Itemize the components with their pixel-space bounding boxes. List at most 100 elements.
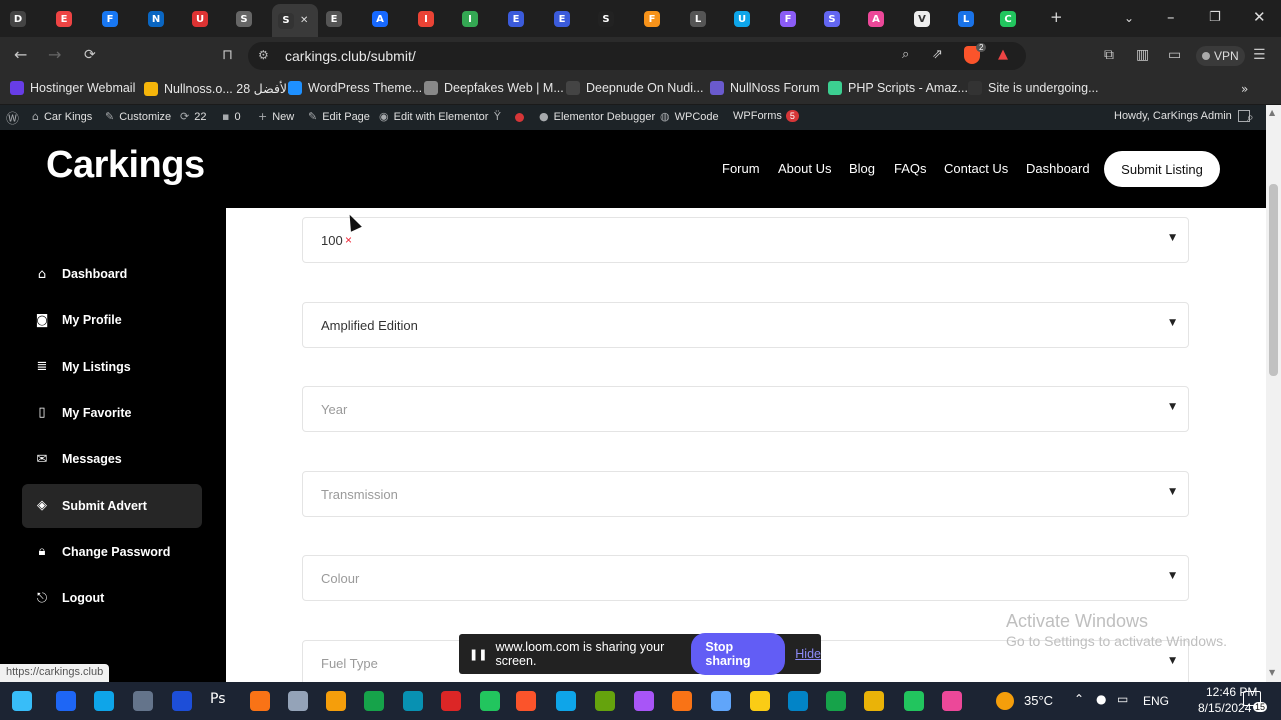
edge-browser-icon[interactable] bbox=[403, 691, 423, 711]
vpn-button[interactable]: VPN bbox=[1196, 46, 1245, 66]
admin-wpcode-link[interactable]: ◍ WPCode bbox=[660, 110, 719, 123]
url-text[interactable]: carkings.club/submit/ bbox=[285, 48, 416, 64]
sidebar-item-my-profile[interactable]: ◙ My Profile bbox=[22, 298, 202, 342]
browser-tab[interactable]: F bbox=[644, 6, 684, 32]
vscode-icon[interactable] bbox=[56, 691, 76, 711]
yoast-icon[interactable]: Ÿ bbox=[494, 110, 506, 123]
nav-dashboard[interactable]: Dashboard bbox=[1026, 161, 1090, 176]
sidebar-item-messages[interactable]: ✉ Messages bbox=[22, 437, 202, 481]
close-tab-icon[interactable]: ✕ bbox=[300, 15, 308, 26]
new-tab-button[interactable]: + bbox=[1050, 8, 1063, 26]
blender-icon[interactable] bbox=[326, 691, 346, 711]
clear-selection-icon[interactable]: × bbox=[345, 233, 352, 247]
skype-icon[interactable] bbox=[788, 691, 808, 711]
bookmark-item[interactable]: Hostinger Webmail bbox=[10, 81, 135, 95]
dropdown-caret-icon[interactable]: ▼ bbox=[1169, 318, 1176, 328]
stop-sharing-button[interactable]: Stop sharing bbox=[691, 633, 786, 675]
browser-tab[interactable]: F bbox=[102, 6, 142, 32]
browser-tab[interactable]: U bbox=[734, 6, 774, 32]
bookmark-item[interactable]: WordPress Theme... bbox=[288, 81, 422, 95]
bookmark-item[interactable]: Site is undergoing... bbox=[968, 81, 1099, 95]
page-scrollbar[interactable]: ▲ ▼ bbox=[1266, 105, 1281, 682]
illustrator-icon[interactable] bbox=[250, 691, 270, 711]
tray-chevron-icon[interactable]: ⌃ bbox=[1074, 692, 1084, 706]
photoshop-icon[interactable] bbox=[172, 691, 192, 711]
brave-rewards-icon[interactable]: ▲ bbox=[998, 47, 1008, 62]
sidebar-item-submit-advert[interactable]: ◈ Submit Advert bbox=[22, 483, 202, 528]
browser-tab[interactable]: F bbox=[780, 6, 820, 32]
tab-search-chevron-icon[interactable]: ⌄ bbox=[1124, 11, 1134, 25]
browser-tab[interactable]: E bbox=[508, 6, 548, 32]
weather-sun-icon[interactable] bbox=[996, 692, 1014, 710]
admin-comments-link[interactable]: ▪ 0 bbox=[222, 110, 241, 123]
photoshop-label-icon[interactable]: Ps bbox=[210, 691, 232, 711]
browser-tab[interactable]: S bbox=[824, 6, 864, 32]
admin-wpforms-link[interactable]: WPForms 5 bbox=[733, 110, 799, 122]
form-select-field[interactable]: Transmission ▼ bbox=[302, 471, 1189, 517]
admin-edit-page-link[interactable]: ✎ Edit Page bbox=[308, 110, 370, 123]
calculator-icon[interactable] bbox=[133, 691, 153, 711]
form-select-field[interactable]: 100 × ▼ bbox=[302, 217, 1189, 263]
nav-contact-us[interactable]: Contact Us bbox=[944, 161, 1008, 176]
sidebar-item-my-listings[interactable]: ≣ My Listings bbox=[22, 345, 202, 389]
address-bar[interactable]: ⚙ carkings.club/submit/ ⌕ ⇗ 2 ▲ bbox=[248, 42, 1026, 70]
browser-tab[interactable]: V bbox=[914, 6, 954, 32]
bookmark-item[interactable]: Deepfakes Web | M... bbox=[424, 81, 564, 95]
browser-tab[interactable]: E bbox=[554, 6, 594, 32]
form-select-field[interactable]: Amplified Edition ▼ bbox=[302, 302, 1189, 348]
form-select-field[interactable]: Year ▼ bbox=[302, 386, 1189, 432]
more-bookmarks-chevron-icon[interactable]: » bbox=[1241, 82, 1248, 96]
sticky-notes-icon[interactable] bbox=[750, 691, 770, 711]
admin-new-link[interactable]: + New bbox=[258, 110, 294, 123]
windows-start-icon[interactable] bbox=[12, 691, 32, 711]
form-select-field[interactable]: Colour ▼ bbox=[302, 555, 1189, 601]
browser-tab[interactable]: A bbox=[372, 6, 412, 32]
layers-app-icon[interactable] bbox=[364, 691, 384, 711]
nav-forum[interactable]: Forum bbox=[722, 161, 760, 176]
browser-tab[interactable]: D bbox=[10, 6, 50, 32]
nav-faqs[interactable]: FAQs bbox=[894, 161, 927, 176]
wordpress-logo-icon[interactable]: Ⓦ bbox=[6, 110, 24, 127]
dropdown-caret-icon[interactable]: ▼ bbox=[1169, 656, 1176, 666]
dropdown-caret-icon[interactable]: ▼ bbox=[1169, 571, 1176, 581]
browser-tab[interactable]: I bbox=[418, 6, 458, 32]
browser-tab[interactable]: I bbox=[462, 6, 502, 32]
opera-icon[interactable] bbox=[441, 691, 461, 711]
network-icon[interactable]: ▭ bbox=[1117, 692, 1128, 706]
chrome-icon[interactable] bbox=[480, 691, 500, 711]
back-arrow-icon[interactable]: ← bbox=[14, 45, 27, 64]
brave-taskbar-icon[interactable] bbox=[516, 691, 536, 711]
site-logo[interactable]: Carkings bbox=[46, 144, 205, 187]
bookmark-page-icon[interactable]: ⊓ bbox=[222, 47, 233, 63]
maximize-button[interactable]: ❐ bbox=[1209, 10, 1221, 25]
temperature[interactable]: 35°C bbox=[1024, 693, 1053, 708]
minecraft-icon[interactable] bbox=[595, 691, 615, 711]
admin-search-icon[interactable]: ⌕ bbox=[1247, 110, 1254, 125]
browser-tab[interactable]: E bbox=[56, 6, 96, 32]
pause-icon[interactable]: ❚❚ bbox=[469, 648, 487, 661]
browser-tab[interactable]: S bbox=[236, 6, 276, 32]
menu-icon[interactable]: ☰ bbox=[1253, 47, 1266, 63]
figma-icon[interactable] bbox=[634, 691, 654, 711]
settings-app-icon[interactable] bbox=[288, 691, 308, 711]
browser-tab[interactable]: N bbox=[148, 6, 188, 32]
browser-tab[interactable]: L bbox=[958, 6, 998, 32]
edge-icon[interactable] bbox=[94, 691, 114, 711]
figma-alt-icon[interactable] bbox=[942, 691, 962, 711]
reload-spinner-icon[interactable]: ⟳ bbox=[84, 47, 96, 63]
admin-elementor-link[interactable]: ◉ Edit with Elementor bbox=[379, 110, 488, 123]
seo-status-dot[interactable] bbox=[515, 113, 524, 122]
nav-about-us[interactable]: About Us bbox=[778, 161, 831, 176]
dropdown-caret-icon[interactable]: ▼ bbox=[1169, 233, 1176, 243]
language-indicator[interactable]: ENG bbox=[1143, 694, 1169, 708]
dropdown-caret-icon[interactable]: ▼ bbox=[1169, 402, 1176, 412]
share-icon[interactable]: ⇗ bbox=[932, 47, 943, 62]
browser-tab[interactable]: S ✕ bbox=[272, 4, 318, 37]
minimize-button[interactable]: – bbox=[1167, 8, 1175, 26]
telegram-icon[interactable] bbox=[556, 691, 576, 711]
bookmark-item[interactable]: PHP Scripts - Amaz... bbox=[828, 81, 968, 95]
admin-debugger-link[interactable]: ● Elementor Debugger bbox=[539, 110, 655, 123]
nav-blog[interactable]: Blog bbox=[849, 161, 875, 176]
browser-tab[interactable]: A bbox=[868, 6, 908, 32]
sidebar-item-change-password[interactable]: 🔒︎ Change Password bbox=[22, 530, 202, 574]
